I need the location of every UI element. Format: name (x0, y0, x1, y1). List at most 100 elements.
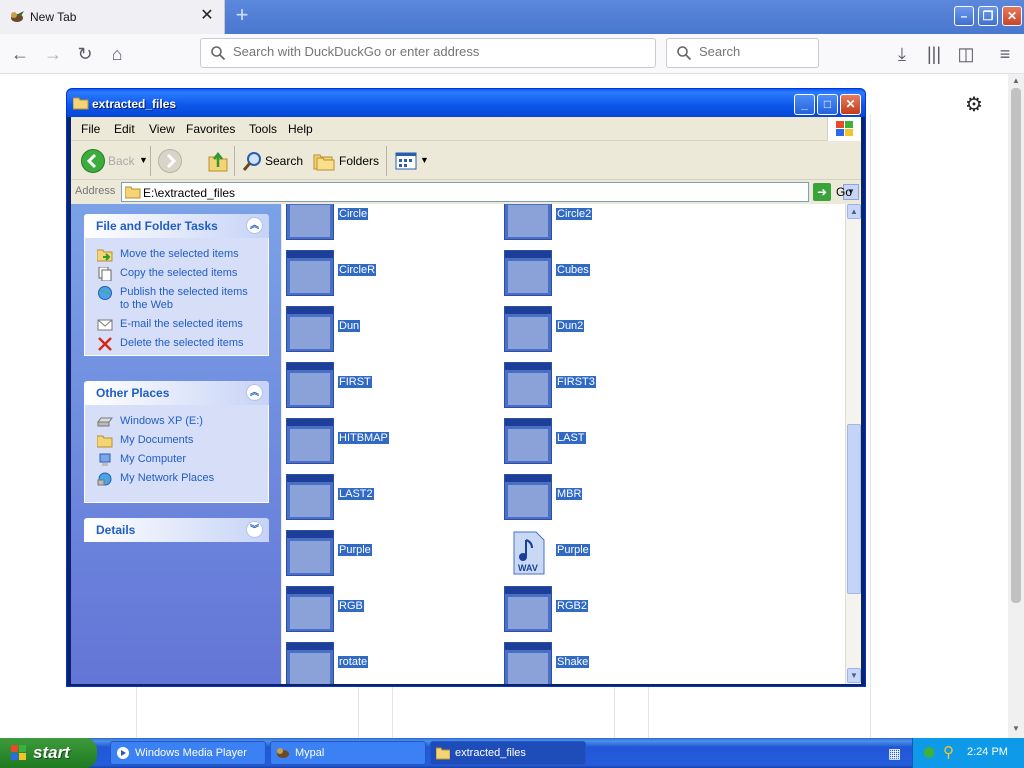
file-item[interactable]: WAV Purple (504, 530, 714, 580)
url-input[interactable] (233, 44, 633, 59)
task-email[interactable]: E-mail the selected items (97, 318, 260, 331)
file-item[interactable]: Cubes (504, 250, 714, 300)
file-item[interactable]: Shake (504, 642, 714, 684)
close-button[interactable]: ✕ (1002, 6, 1022, 26)
taskbar-extracted-files[interactable]: extracted_files (430, 741, 586, 765)
file-item[interactable]: CircleR (286, 250, 496, 300)
application-icon (286, 474, 334, 520)
search-input[interactable] (699, 44, 809, 59)
other-places-header[interactable]: Other Places ︽ (84, 381, 269, 405)
search-bar[interactable] (666, 38, 819, 68)
tab-new-tab[interactable]: New Tab ✕ (0, 0, 225, 34)
scroll-thumb[interactable] (1011, 88, 1021, 603)
folders-button[interactable]: Folders (339, 154, 379, 168)
tray-app-icon[interactable]: ⬢ (923, 744, 935, 761)
scroll-down-icon[interactable]: ▼ (847, 668, 861, 683)
minimize-button[interactable]: – (954, 6, 974, 26)
taskbar-windows-media-player[interactable]: Windows Media Player (110, 741, 266, 765)
close-button[interactable]: ✕ (840, 94, 861, 115)
menu-tools[interactable]: Tools (249, 122, 277, 136)
file-item[interactable]: Dun2 (504, 306, 714, 356)
file-item[interactable]: FIRST3 (504, 362, 714, 412)
menu-file[interactable]: File (81, 122, 100, 136)
start-button[interactable]: start (0, 738, 97, 768)
back-arrow-icon[interactable]: ← (7, 41, 33, 67)
file-item[interactable]: FIRST (286, 362, 496, 412)
folders-icon[interactable] (313, 151, 335, 171)
application-icon (504, 474, 552, 520)
views-icon[interactable] (395, 152, 417, 170)
back-button[interactable] (81, 149, 105, 173)
menu-icon[interactable]: ≡ (992, 41, 1018, 67)
task-delete[interactable]: Delete the selected items (97, 337, 260, 351)
details-header[interactable]: Details ︾ (84, 518, 269, 542)
file-item[interactable]: HITBMAP (286, 418, 496, 468)
library-icon[interactable]: ||| (921, 41, 947, 67)
scroll-down-icon[interactable]: ▼ (1011, 724, 1021, 733)
url-bar[interactable] (200, 38, 656, 68)
file-item[interactable]: Circle (286, 204, 496, 244)
explorer-titlebar[interactable]: extracted_files _ □ ✕ (67, 89, 865, 117)
task-move[interactable]: Move the selected items (97, 248, 260, 262)
menu-edit[interactable]: Edit (114, 122, 135, 136)
back-dropdown-icon[interactable]: ▼ (139, 155, 148, 165)
task-label: Publish the selected items to the Web (120, 286, 248, 311)
file-item[interactable]: LAST (504, 418, 714, 468)
home-icon[interactable]: ⌂ (104, 41, 130, 67)
address-input[interactable]: E:\extracted_files ▼ (121, 182, 859, 202)
file-item[interactable]: Dun (286, 306, 496, 356)
tab-close-icon[interactable]: ✕ (199, 8, 215, 24)
file-folder-tasks-header[interactable]: File and Folder Tasks ︽ (84, 214, 269, 238)
tray-search-icon[interactable]: ⚲ (943, 743, 954, 761)
place-my-documents[interactable]: My Documents (97, 434, 260, 448)
go-button[interactable]: Go (836, 185, 852, 199)
place-my-network[interactable]: My Network Places (97, 472, 260, 486)
application-icon (504, 642, 552, 684)
sidebar-icon[interactable]: ◫ (953, 41, 979, 67)
file-list-scrollbar[interactable]: ▲ ▼ (845, 204, 861, 684)
menu-favorites[interactable]: Favorites (186, 122, 235, 136)
task-copy[interactable]: Copy the selected items (97, 267, 260, 281)
page-scrollbar[interactable]: ▲ ▼ (1008, 74, 1024, 738)
forward-button[interactable] (158, 149, 182, 173)
place-my-computer[interactable]: My Computer (97, 453, 260, 466)
search-icon[interactable] (242, 150, 264, 172)
toolbar-separator (150, 146, 151, 176)
gear-icon[interactable]: ⚙ (965, 92, 983, 117)
file-item[interactable]: MBR (504, 474, 714, 524)
go-arrow-icon[interactable]: ➜ (813, 183, 831, 201)
file-item[interactable]: rotate (286, 642, 496, 684)
task-label: Copy the selected items (120, 267, 238, 279)
maximize-button[interactable]: □ (817, 94, 838, 115)
scroll-up-icon[interactable]: ▲ (847, 204, 861, 219)
downloads-icon[interactable]: ⤓ (889, 41, 915, 67)
views-dropdown-icon[interactable]: ▼ (420, 155, 429, 165)
collapse-chevron-icon[interactable]: ︽ (246, 384, 263, 401)
scroll-thumb[interactable] (847, 424, 861, 594)
file-item[interactable]: RGB (286, 586, 496, 636)
menu-help[interactable]: Help (288, 122, 313, 136)
application-icon (286, 586, 334, 632)
up-folder-icon[interactable] (207, 149, 229, 173)
file-item[interactable]: Purple (286, 530, 496, 580)
place-drive-e[interactable]: Windows XP (E:) (97, 415, 260, 428)
file-item[interactable]: RGB2 (504, 586, 714, 636)
expand-chevron-icon[interactable]: ︾ (246, 521, 263, 538)
new-tab-button[interactable]: + (230, 4, 254, 28)
search-button[interactable]: Search (265, 154, 303, 168)
application-icon (286, 250, 334, 296)
taskbar-mypal[interactable]: Mypal (270, 741, 426, 765)
task-publish[interactable]: Publish the selected items to the Web (97, 286, 260, 312)
restore-button[interactable]: ❐ (978, 6, 998, 26)
minimize-button[interactable]: _ (794, 94, 815, 115)
details: Details ︾ (84, 518, 269, 542)
forward-arrow-icon[interactable]: → (40, 41, 66, 67)
taskbar: start Windows Media Player Mypal extract… (0, 738, 1024, 768)
collapse-chevron-icon[interactable]: ︽ (246, 217, 263, 234)
file-item[interactable]: LAST2 (286, 474, 496, 524)
reload-icon[interactable]: ↻ (72, 41, 98, 67)
scroll-up-icon[interactable]: ▲ (1011, 76, 1021, 85)
menu-view[interactable]: View (149, 122, 175, 136)
keyboard-icon[interactable]: ▦ (888, 745, 901, 762)
file-item[interactable]: Circle2 (504, 204, 714, 244)
